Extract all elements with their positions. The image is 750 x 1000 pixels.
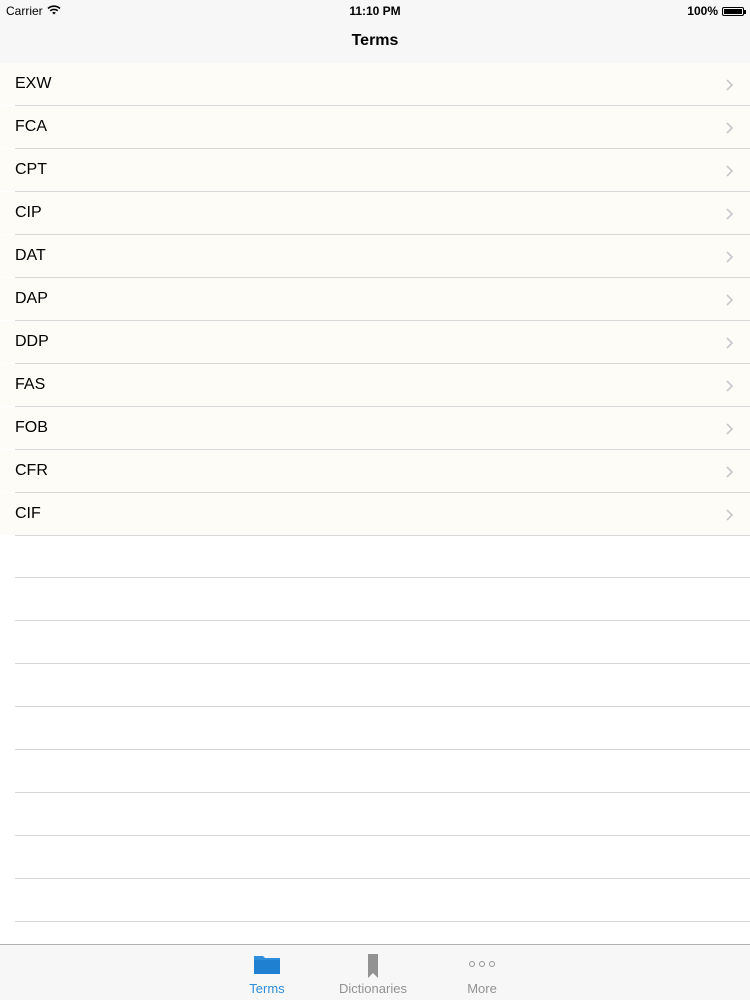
status-bar: Carrier 11:10 PM 100%: [0, 0, 750, 22]
empty-row: [15, 793, 750, 836]
empty-row: [15, 578, 750, 621]
table-row[interactable]: CIF: [0, 493, 750, 536]
empty-row: [15, 621, 750, 664]
empty-row: [15, 664, 750, 707]
terms-table: EXW FCA CPT CIP DAT DAP DDP FAS FOB CFR CIF: [0, 63, 750, 943]
more-icon: [468, 955, 496, 973]
status-right: 100%: [687, 4, 746, 18]
empty-row: [15, 707, 750, 750]
table-row[interactable]: CFR: [0, 450, 750, 493]
table-row[interactable]: CPT: [0, 149, 750, 192]
chevron-right-icon: [724, 336, 736, 349]
term-label: CFR: [15, 462, 48, 479]
term-label: FCA: [15, 118, 47, 135]
tab-dictionaries[interactable]: Dictionaries: [323, 945, 423, 1000]
tab-dictionaries-label: Dictionaries: [339, 981, 407, 996]
battery-percent: 100%: [687, 4, 718, 18]
table-row[interactable]: DAT: [0, 235, 750, 278]
term-label: DDP: [15, 333, 49, 350]
bookmark-icon: [367, 953, 379, 984]
chevron-right-icon: [724, 422, 736, 435]
chevron-right-icon: [724, 293, 736, 306]
tab-terms-label: Terms: [249, 981, 285, 996]
chevron-right-icon: [724, 207, 736, 220]
table-row[interactable]: DDP: [0, 321, 750, 364]
table-row[interactable]: FAS: [0, 364, 750, 407]
table-row[interactable]: CIP: [0, 192, 750, 235]
screen: Carrier 11:10 PM 100% Terms EXW FCA CPT CIP…: [0, 0, 750, 1000]
tab-terms[interactable]: Terms: [217, 945, 317, 1000]
table-row[interactable]: DAP: [0, 278, 750, 321]
empty-row: [15, 879, 750, 922]
term-label: DAT: [15, 247, 46, 264]
term-label: DAP: [15, 290, 48, 307]
chevron-right-icon: [724, 250, 736, 263]
empty-row: [15, 836, 750, 879]
battery-tip: [744, 9, 746, 14]
table-row[interactable]: FCA: [0, 106, 750, 149]
chevron-right-icon: [724, 465, 736, 478]
battery-icon: [722, 6, 746, 16]
chevron-right-icon: [724, 121, 736, 134]
tab-more-label: More: [467, 981, 497, 996]
navigation-bar: Terms: [0, 22, 750, 64]
status-time: 11:10 PM: [349, 4, 401, 18]
empty-row: [15, 535, 750, 578]
page-title: Terms: [351, 32, 399, 49]
term-label: CIP: [15, 204, 42, 221]
folder-icon: [253, 953, 281, 980]
chevron-right-icon: [724, 379, 736, 392]
chevron-right-icon: [724, 508, 736, 521]
empty-row: [15, 750, 750, 793]
battery-fill: [724, 8, 742, 14]
chevron-right-icon: [724, 78, 736, 91]
table-row[interactable]: EXW: [0, 63, 750, 106]
term-label: FOB: [15, 419, 48, 436]
term-label: FAS: [15, 376, 46, 393]
term-label: CIF: [15, 505, 41, 522]
table-row[interactable]: FOB: [0, 407, 750, 450]
tab-more[interactable]: More: [432, 945, 532, 1000]
tab-bar: Terms Dictionaries More: [0, 944, 750, 1000]
chevron-right-icon: [724, 164, 736, 177]
term-label: EXW: [15, 75, 52, 92]
term-label: CPT: [15, 161, 47, 178]
